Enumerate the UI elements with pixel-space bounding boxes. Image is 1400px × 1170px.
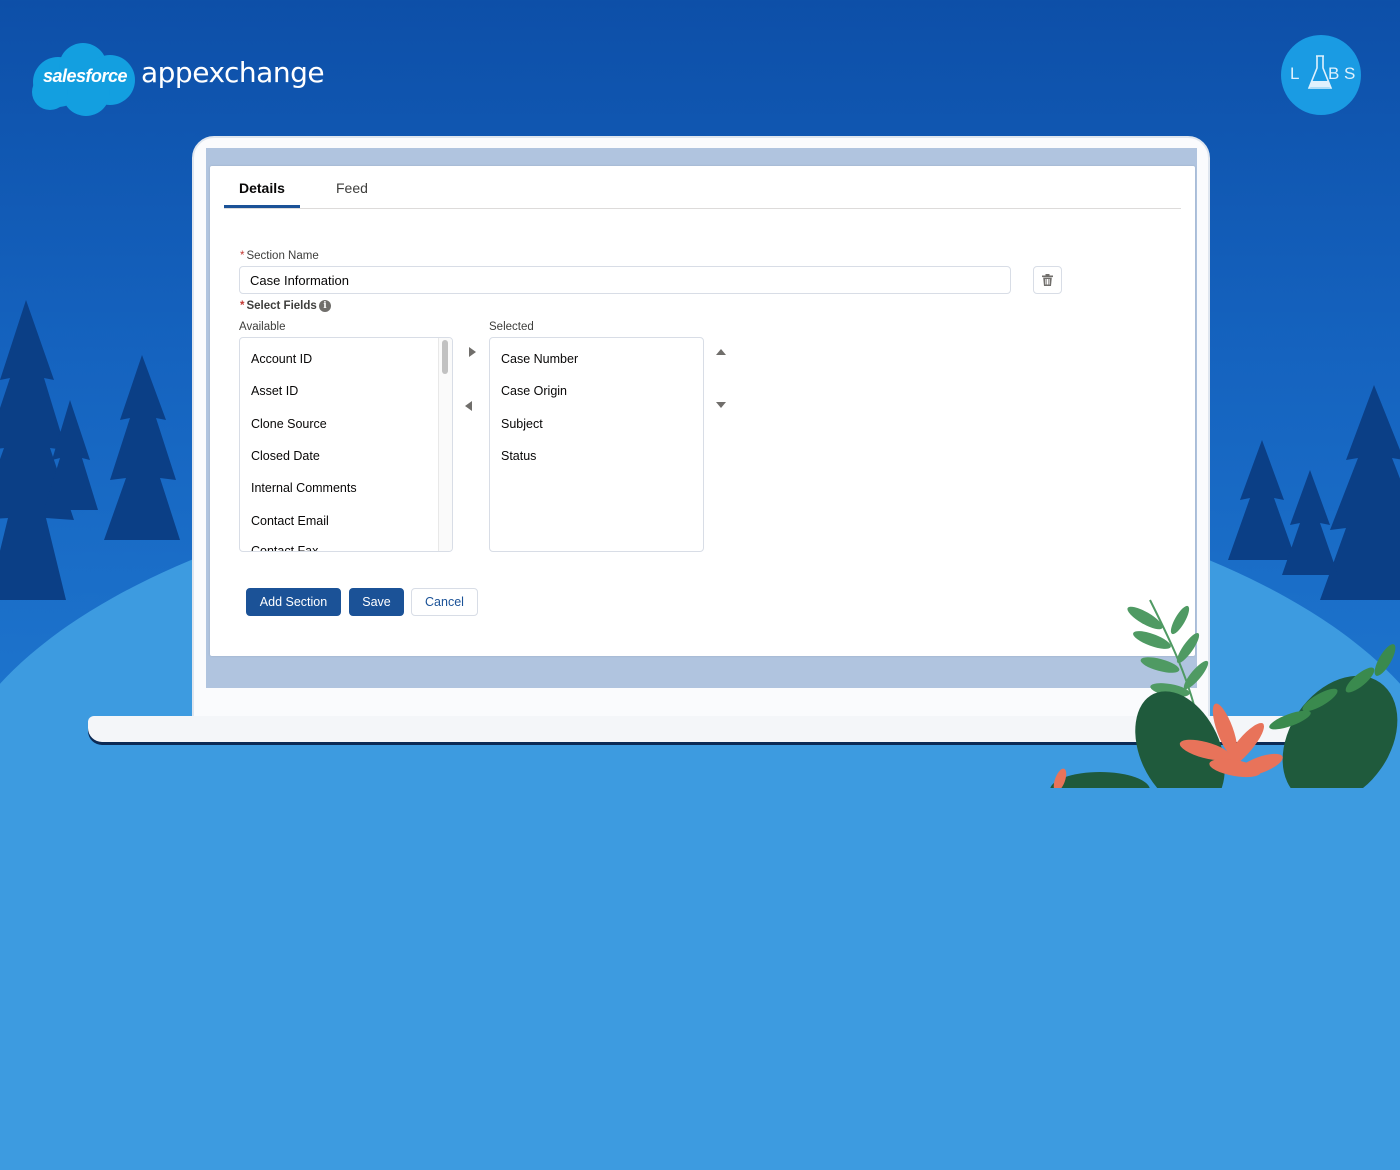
move-up-icon[interactable] xyxy=(715,346,727,358)
list-item[interactable]: Internal Comments xyxy=(251,481,357,495)
add-section-button[interactable]: Add Section xyxy=(246,588,341,616)
select-fields-label: * Select Fields xyxy=(240,300,317,312)
selected-listbox[interactable]: Case Number Case Origin Subject Status xyxy=(489,337,704,552)
delete-section-button[interactable] xyxy=(1033,266,1062,294)
info-icon[interactable]: i xyxy=(319,300,331,312)
list-item[interactable]: Case Origin xyxy=(501,384,567,398)
section-name-label: * Section Name xyxy=(240,250,319,262)
select-fields-label-text: Select Fields xyxy=(246,300,317,312)
list-item[interactable]: Case Number xyxy=(501,352,578,366)
available-label: Available xyxy=(239,321,286,333)
section-name-label-text: Section Name xyxy=(246,250,319,262)
labs-letter-s: S xyxy=(1344,64,1357,83)
foliage-decoration xyxy=(1050,599,1398,788)
move-left-icon[interactable] xyxy=(463,400,475,412)
section-name-input[interactable] xyxy=(239,266,1011,294)
list-item[interactable]: Contact Fax xyxy=(251,544,318,551)
list-item[interactable]: Account ID xyxy=(251,352,312,366)
salesforce-wordmark: salesforce xyxy=(42,66,128,86)
available-scrollbar[interactable] xyxy=(438,338,452,551)
list-item[interactable]: Status xyxy=(501,449,536,463)
active-tab-indicator xyxy=(224,205,300,208)
list-item[interactable]: Subject xyxy=(501,417,543,431)
required-asterisk: * xyxy=(240,300,245,312)
move-right-icon[interactable] xyxy=(466,346,478,358)
required-asterisk: * xyxy=(240,250,245,262)
list-item[interactable]: Clone Source xyxy=(251,417,327,431)
scrollbar-thumb[interactable] xyxy=(442,340,448,374)
available-listbox[interactable]: Account ID Asset ID Clone Source Closed … xyxy=(239,337,453,552)
record-card: Details Feed *Section Name *Select Field… xyxy=(210,166,1195,656)
tab-feed[interactable]: Feed xyxy=(336,180,368,196)
tab-details[interactable]: Details xyxy=(239,180,285,196)
labs-letter-b: B xyxy=(1328,64,1341,83)
selected-label: Selected xyxy=(489,321,534,333)
trash-icon xyxy=(1042,274,1053,286)
appexchange-wordmark: appexchange xyxy=(141,56,325,89)
labs-badge: L B S xyxy=(1281,35,1361,115)
move-down-icon[interactable] xyxy=(715,399,727,411)
tab-bar: Details Feed xyxy=(224,166,1181,209)
labs-letter-l: L xyxy=(1290,64,1301,83)
list-item[interactable]: Contact Email xyxy=(251,514,329,528)
list-item[interactable]: Closed Date xyxy=(251,449,320,463)
list-item[interactable]: Asset ID xyxy=(251,384,298,398)
cancel-button[interactable]: Cancel xyxy=(411,588,478,616)
save-button[interactable]: Save xyxy=(349,588,404,616)
